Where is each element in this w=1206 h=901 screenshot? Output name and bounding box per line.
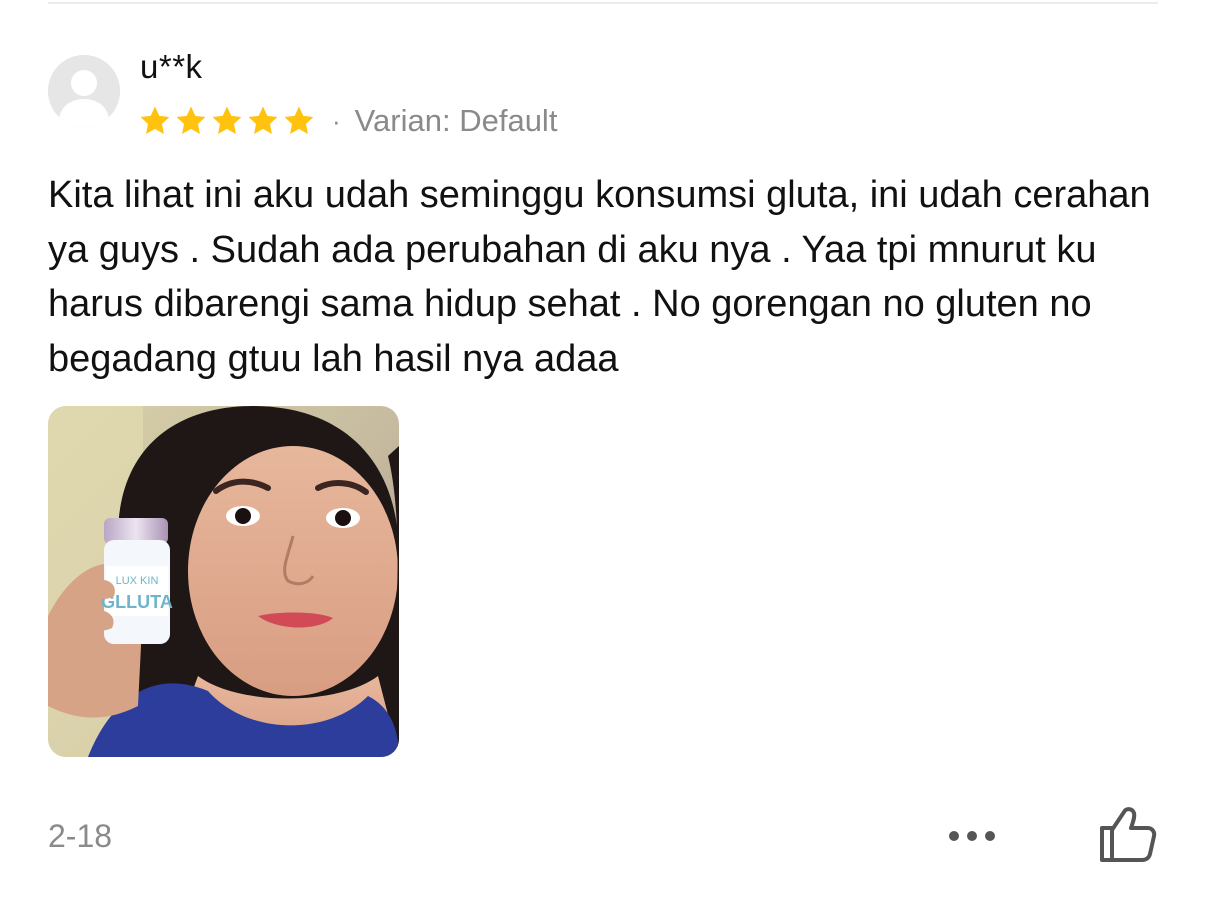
variant-label: Varian: Default	[354, 103, 558, 138]
star-icon	[140, 106, 170, 135]
default-user-icon	[48, 55, 120, 127]
star-icon	[212, 106, 242, 135]
more-options-button[interactable]	[944, 818, 1000, 854]
star-icon	[176, 106, 206, 135]
review-text: Kita lihat ini aku udah seminggu konsums…	[48, 174, 1151, 380]
star-rating	[138, 104, 316, 138]
star-icon	[248, 106, 278, 135]
rating-row: · Varian: Default	[138, 100, 557, 142]
more-horizontal-icon	[949, 831, 995, 841]
separator-dot: ·	[332, 106, 341, 136]
star-icon	[284, 106, 314, 135]
review-photo[interactable]: LUX KIN GLLUTA	[48, 406, 399, 757]
review-card: u**k · Varian: Default Kita lihat ini ak…	[0, 0, 1206, 901]
reviewer-username: u**k	[140, 48, 203, 85]
product-label-line-1: LUX KIN	[116, 575, 159, 587]
thumbs-up-icon	[1100, 807, 1157, 862]
like-button[interactable]	[1096, 802, 1160, 866]
review-date: 2-18	[48, 818, 113, 854]
